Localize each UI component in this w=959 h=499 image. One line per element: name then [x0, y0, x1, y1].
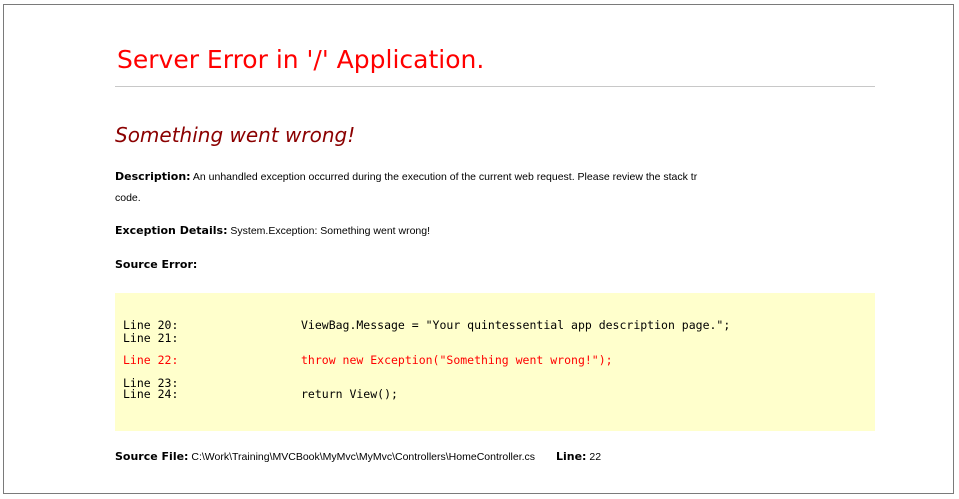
- description-text-continued: code.: [115, 192, 141, 204]
- line-number: Line 20:: [123, 318, 179, 332]
- code-line-24: Line 24: return View();: [123, 388, 398, 400]
- code-line-22-error: Line 22: throw new Exception("Something w…: [123, 354, 613, 366]
- code-text: return View();: [301, 387, 398, 401]
- source-error-label: Source Error:: [115, 258, 198, 271]
- source-file-label: Source File:: [115, 450, 189, 463]
- exception-details-label: Exception Details:: [115, 224, 228, 237]
- line-number: Line 21:: [123, 331, 179, 345]
- error-page-frame: Server Error in '/' Application. Somethi…: [3, 4, 954, 494]
- description-text: An unhandled exception occurred during t…: [192, 171, 698, 183]
- code-text: throw new Exception("Something went wron…: [301, 353, 613, 367]
- line-number: Line 22:: [123, 353, 179, 367]
- description-paragraph-continued: code.: [115, 191, 141, 205]
- source-line-label: Line:: [555, 450, 587, 463]
- source-line-number: 22: [589, 451, 602, 463]
- code-line-20: Line 20: ViewBag.Message = "Your quintess…: [123, 319, 730, 331]
- description-paragraph: Description: An unhandled exception occu…: [115, 170, 875, 184]
- code-text: ViewBag.Message = "Your quintessential a…: [301, 318, 731, 332]
- line-number: Line 24:: [123, 387, 179, 401]
- source-code-block: Line 20: ViewBag.Message = "Your quintess…: [115, 293, 875, 431]
- error-page-content: Server Error in '/' Application. Somethi…: [115, 5, 875, 493]
- source-error-heading: Source Error:: [115, 258, 197, 272]
- code-line-21: Line 21:: [123, 332, 301, 344]
- exception-details-text: System.Exception: Something went wrong!: [230, 225, 431, 237]
- source-file-path: C:\Work\Training\MVCBook\MyMvc\MyMvc\Con…: [191, 451, 536, 463]
- exception-details-paragraph: Exception Details: System.Exception: Som…: [115, 224, 430, 238]
- source-file-paragraph: Source File: C:\Work\Training\MVCBook\My…: [115, 450, 601, 464]
- error-message-heading: Something went wrong!: [115, 123, 356, 147]
- title-divider: [115, 86, 875, 87]
- page-title: Server Error in '/' Application.: [117, 45, 485, 74]
- description-label: Description:: [115, 170, 191, 183]
